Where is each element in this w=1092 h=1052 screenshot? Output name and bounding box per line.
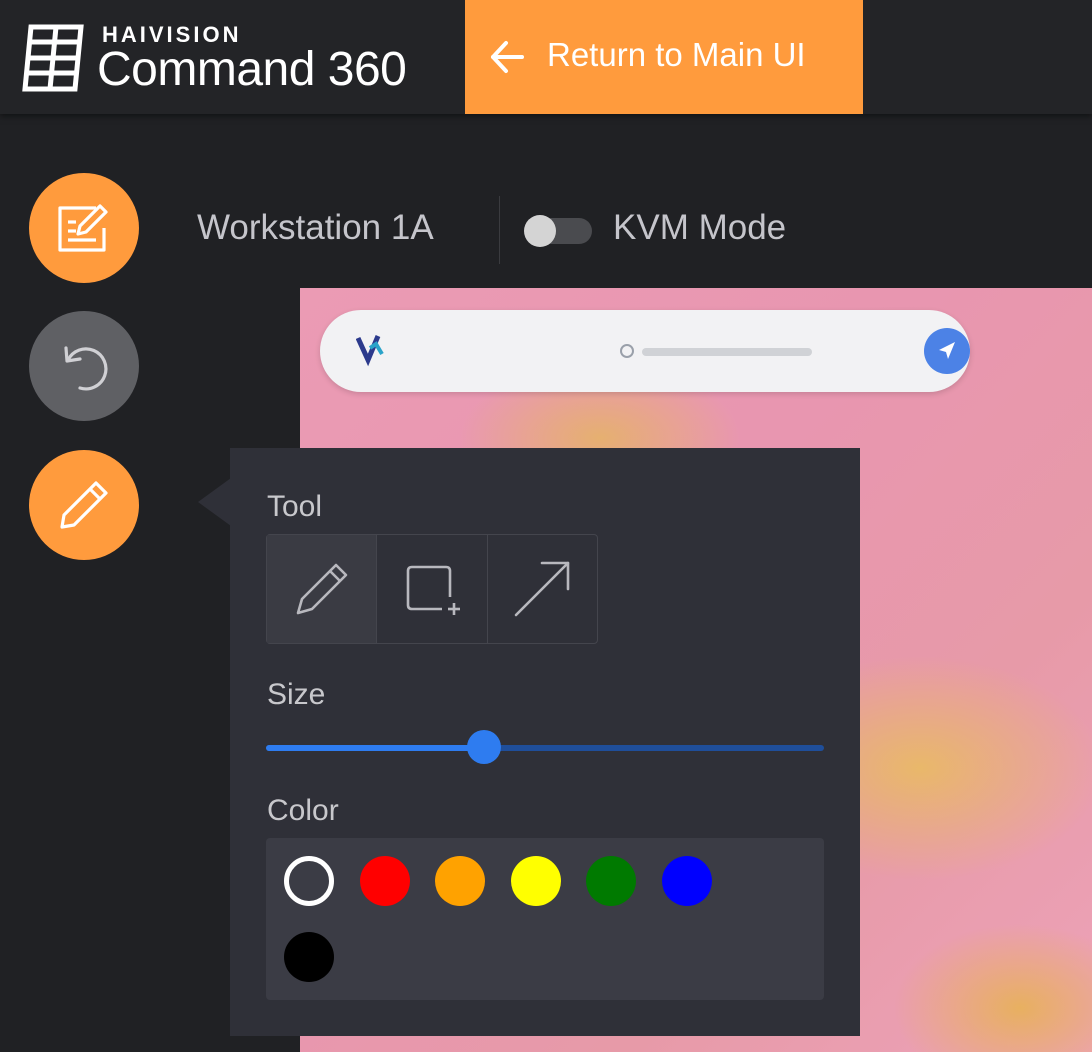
- return-to-main-ui-button[interactable]: Return to Main UI: [465, 0, 863, 114]
- color-swatch[interactable]: [435, 856, 485, 906]
- edit-board-icon: [58, 204, 108, 252]
- rectangle-add-icon: [406, 565, 460, 615]
- tool-label: Tool: [267, 490, 323, 523]
- color-swatch[interactable]: [284, 932, 334, 982]
- color-swatch[interactable]: [586, 856, 636, 906]
- return-label: Return to Main UI: [547, 36, 806, 73]
- tool-arrow-button[interactable]: [488, 535, 597, 643]
- color-palette: [266, 838, 824, 1000]
- haivision-logo-icon: [22, 24, 84, 92]
- annotate-button[interactable]: [29, 450, 139, 560]
- arrow-icon: [515, 561, 570, 617]
- pencil-icon: [296, 563, 347, 615]
- slider-thumb[interactable]: [466, 730, 501, 764]
- arrow-left-icon: [491, 41, 524, 73]
- color-swatch[interactable]: [510, 856, 561, 906]
- annotation-panel: Tool Size Color: [230, 448, 860, 1036]
- remote-search-placeholder: [642, 348, 812, 356]
- remote-search-bar: [320, 310, 970, 392]
- color-swatch[interactable]: [661, 856, 712, 906]
- color-label: Color: [267, 794, 339, 827]
- divider: [499, 196, 500, 264]
- pencil-icon: [60, 481, 108, 529]
- undo-button[interactable]: [29, 311, 139, 421]
- tool-selector: [266, 534, 598, 644]
- slider-fill: [266, 745, 484, 751]
- remote-location-icon: [924, 328, 970, 374]
- remote-search-icon: [620, 344, 634, 358]
- top-bar: HAIVISION Command 360 Return to Main UI: [0, 0, 1092, 114]
- whiteboard-button[interactable]: [29, 173, 139, 283]
- undo-icon: [64, 346, 108, 391]
- toggle-knob: [524, 215, 556, 247]
- panel-pointer: [198, 478, 231, 526]
- workstation-title: Workstation 1A: [197, 208, 434, 247]
- color-swatch[interactable]: [284, 856, 334, 906]
- brand-product: Command 360: [97, 43, 407, 96]
- size-label: Size: [267, 678, 326, 711]
- color-swatch[interactable]: [359, 856, 410, 906]
- tool-rectangle-button[interactable]: [377, 535, 488, 643]
- size-slider[interactable]: [266, 730, 824, 766]
- remote-logo-icon: [356, 335, 384, 367]
- kvm-mode-toggle[interactable]: [524, 215, 592, 247]
- kvm-mode-label: KVM Mode: [613, 208, 787, 247]
- tool-pencil-button[interactable]: [267, 535, 378, 643]
